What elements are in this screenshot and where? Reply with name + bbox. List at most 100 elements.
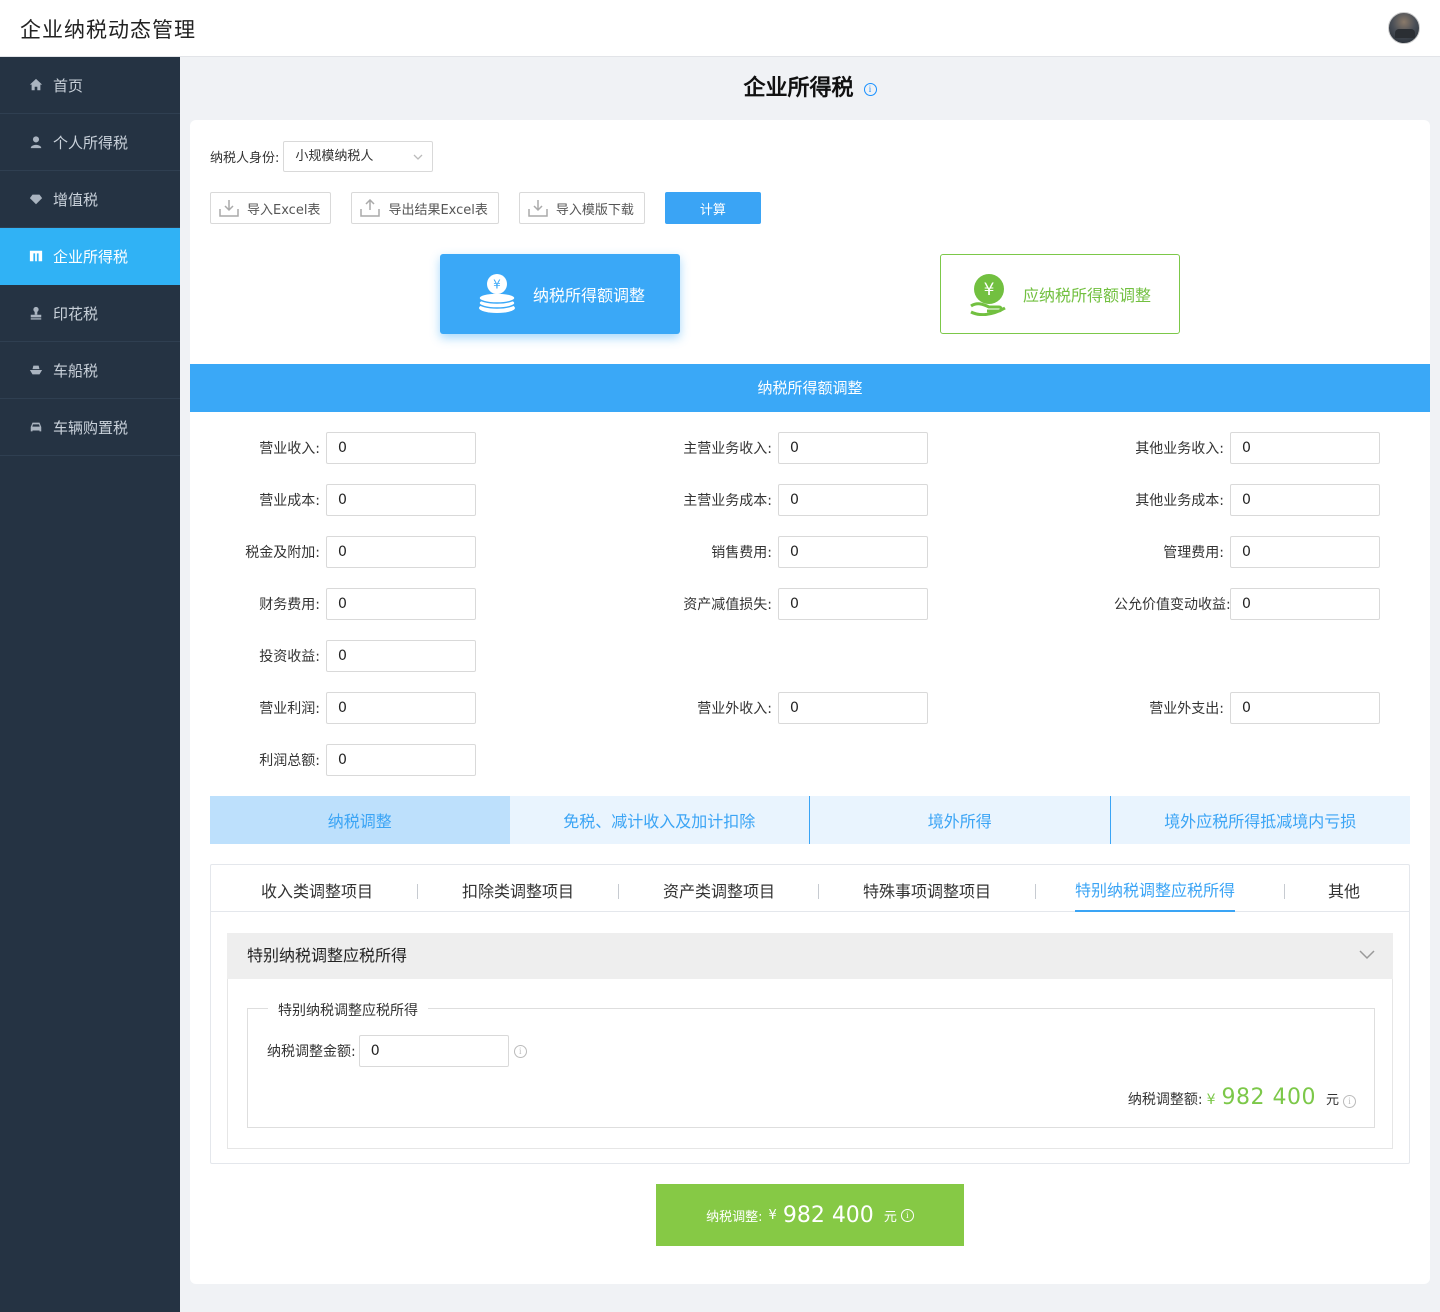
fair-value-change-input[interactable]: 0 [1230, 588, 1380, 620]
field-label: 公允价值变动收益: [1114, 597, 1231, 613]
collapse-title: 特别纳税调整应税所得 [247, 946, 408, 965]
sidebar-item-label: 印花税 [53, 304, 99, 323]
taxable-income-adjustment-button[interactable]: ¥ 纳税所得额调整 [440, 254, 680, 334]
adjustment-amount-input[interactable]: 0 [358, 1035, 509, 1067]
collapse-header[interactable]: 特别纳税调整应税所得 [227, 933, 1393, 979]
tab-foreign-income[interactable]: 境外所得 [809, 796, 1110, 844]
form-field: 主营业务收入: 0 [662, 432, 928, 464]
field-label: 税金及附加: [245, 545, 320, 561]
unit-label: 元 [1325, 1093, 1339, 1108]
sidebar-item-vessel-tax[interactable]: 车船税 [0, 342, 180, 399]
sidebar-item-home[interactable]: 首页 [0, 57, 180, 114]
download-icon [528, 200, 548, 217]
export-excel-button[interactable]: 导出结果Excel表 [351, 192, 499, 224]
field-label: 营业利润: [259, 701, 320, 717]
currency-symbol: ¥ [768, 1207, 777, 1223]
form-field: 投资收益: 0 [210, 640, 476, 672]
tab-divider [1035, 884, 1036, 899]
main-tabs: 纳税调整 免税、减计收入及加计扣除 境外所得 境外应税所得抵减境内亏损 [210, 796, 1410, 844]
tab-exemptions[interactable]: 免税、减计收入及加计扣除 [509, 796, 809, 844]
selling-expenses-input[interactable]: 0 [778, 536, 928, 568]
import-excel-button[interactable]: 导入Excel表 [210, 192, 332, 224]
operating-cost-input[interactable]: 0 [326, 484, 476, 516]
currency-symbol: ¥ [1206, 1092, 1216, 1108]
download-icon [219, 200, 239, 217]
taxes-surcharges-input[interactable]: 0 [326, 536, 476, 568]
template-download-label: 导入模版下载 [555, 202, 634, 218]
tax-adjustment-result[interactable]: 纳税调整: ¥ 982 400 元 i [656, 1184, 964, 1246]
taxpayer-identity-select[interactable]: 小规模纳税人 [283, 141, 434, 172]
form-field: 其他业务收入: 0 [1114, 432, 1380, 464]
operating-revenue-input[interactable]: 0 [326, 432, 476, 464]
tab-divider [417, 884, 418, 899]
subtab-special-tax-adjustment[interactable]: 特别纳税调整应税所得 [1075, 865, 1236, 912]
field-label: 主营业务成本: [683, 493, 772, 509]
adjustment-amount-label: 纳税调整金额: [267, 1044, 356, 1060]
info-icon[interactable]: i [863, 82, 877, 96]
form-field: 税金及附加: 0 [210, 536, 476, 568]
taxpayer-identity-value: 小规模纳税人 [295, 149, 374, 164]
subtab-income[interactable]: 收入类调整项目 [261, 865, 373, 912]
stamp-icon [27, 306, 45, 320]
form-field: 销售费用: 0 [662, 536, 928, 568]
building-icon [27, 249, 45, 263]
non-operating-expense-input[interactable]: 0 [1230, 692, 1380, 724]
template-download-button[interactable]: 导入模版下载 [518, 192, 645, 224]
tab-divider [818, 884, 819, 899]
subtab-deduction[interactable]: 扣除类调整项目 [462, 865, 574, 912]
sidebar-item-personal-income-tax[interactable]: 个人所得税 [0, 114, 180, 171]
info-icon[interactable]: i [900, 1208, 914, 1222]
ship-icon [27, 363, 45, 377]
sidebar: 首页 个人所得税 增值税 企业所得税 印花税 车船税 车辆购置税 [0, 57, 180, 1312]
collapse-body: 特别纳税调整应税所得 纳税调整金额: 0 i 纳税调整额: ¥ 982 400 … [227, 979, 1393, 1149]
subtab-special-matters[interactable]: 特殊事项调整项目 [863, 865, 991, 912]
sidebar-item-label: 个人所得税 [53, 133, 129, 152]
financial-expenses-input[interactable]: 0 [326, 588, 476, 620]
form-field: 管理费用: 0 [1114, 536, 1380, 568]
field-label: 主营业务收入: [683, 441, 772, 457]
user-icon [27, 135, 45, 149]
other-business-revenue-input[interactable]: 0 [1230, 432, 1380, 464]
field-label: 财务费用: [259, 597, 320, 613]
sidebar-item-vehicle-purchase-tax[interactable]: 车辆购置税 [0, 399, 180, 456]
adjustment-total: 纳税调整额: ¥ 982 400 元 i [1128, 1085, 1356, 1110]
investment-income-input[interactable]: 0 [326, 640, 476, 672]
operating-profit-input[interactable]: 0 [326, 692, 476, 724]
tab-divider [618, 884, 619, 899]
toolbar: 导入Excel表 导出结果Excel表 导入模版下载 计算 [210, 192, 761, 224]
asset-impairment-input[interactable]: 0 [778, 588, 928, 620]
sidebar-item-stamp-tax[interactable]: 印花税 [0, 285, 180, 342]
user-avatar[interactable] [1388, 12, 1420, 44]
form-field: 营业外收入: 0 [662, 692, 928, 724]
sidebar-item-vat[interactable]: 增值税 [0, 171, 180, 228]
taxpayer-identity-label: 纳税人身份: [210, 151, 280, 166]
non-operating-income-input[interactable]: 0 [778, 692, 928, 724]
calculate-button[interactable]: 计算 [664, 192, 761, 224]
payable-taxable-income-adjustment-label: 应纳税所得额调整 [1022, 286, 1151, 305]
info-icon[interactable]: i [513, 1044, 527, 1058]
sidebar-item-corporate-income-tax[interactable]: 企业所得税 [0, 228, 180, 285]
svg-text:¥: ¥ [984, 280, 995, 300]
main-business-revenue-input[interactable]: 0 [778, 432, 928, 464]
field-label: 营业成本: [259, 493, 320, 509]
field-label: 管理费用: [1163, 545, 1224, 561]
sidebar-item-label: 企业所得税 [53, 247, 129, 266]
other-business-cost-input[interactable]: 0 [1230, 484, 1380, 516]
special-adjustment-fieldset: 特别纳税调整应税所得 纳税调整金额: 0 i 纳税调整额: ¥ 982 400 … [247, 1000, 1375, 1128]
taxpayer-identity-row: 纳税人身份: 小规模纳税人 [210, 141, 434, 172]
sidebar-item-label: 车船税 [53, 361, 99, 380]
payable-taxable-income-adjustment-button[interactable]: ¥ 应纳税所得额调整 [940, 254, 1180, 334]
admin-expenses-input[interactable]: 0 [1230, 536, 1380, 568]
main-business-cost-input[interactable]: 0 [778, 484, 928, 516]
sidebar-item-label: 增值税 [53, 190, 99, 209]
tab-foreign-offset[interactable]: 境外应税所得抵减境内亏损 [1109, 796, 1410, 844]
tab-tax-adjustment[interactable]: 纳税调整 [210, 796, 510, 844]
subtab-asset[interactable]: 资产类调整项目 [663, 865, 775, 912]
home-icon [27, 78, 45, 92]
form-field: 营业外支出: 0 [1114, 692, 1380, 724]
subtab-other[interactable]: 其他 [1328, 865, 1360, 912]
money-hand-icon: ¥ [970, 274, 1006, 316]
info-icon[interactable]: i [1343, 1095, 1356, 1108]
svg-text:¥: ¥ [493, 278, 501, 292]
total-profit-input[interactable]: 0 [326, 744, 476, 776]
